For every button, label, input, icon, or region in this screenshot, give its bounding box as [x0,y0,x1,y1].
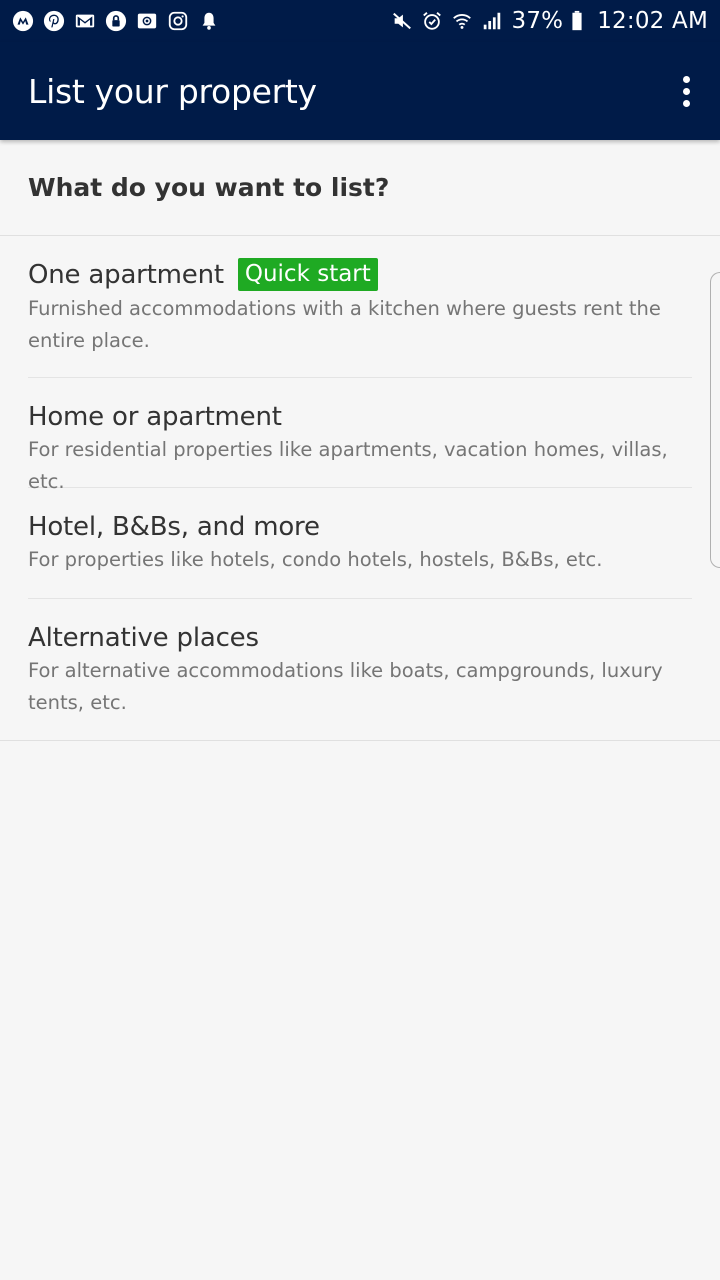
page-title: List your property [28,71,317,111]
divider [0,740,720,741]
option-home-or-apartment[interactable]: Home or apartment For residential proper… [0,378,720,493]
gmail-icon [74,10,96,32]
option-one-apartment[interactable]: One apartment Quick start Furnished acco… [0,236,720,378]
section-heading: What do you want to list? [0,140,720,236]
messenger-icon [12,10,34,32]
alarm-icon [421,10,443,32]
option-title: Home or apartment [28,402,282,432]
option-title: Alternative places [28,623,259,653]
status-bar: 37% 12:02 AM [0,0,720,42]
wifi-icon [451,10,473,32]
content: What do you want to list? One apartment … [0,140,720,741]
overflow-dot [682,99,690,107]
instagram-icon [167,10,189,32]
vpn-lock-icon [105,10,127,32]
system-icons: 37% 12:02 AM [391,8,708,34]
option-description: For properties like hotels, condo hotels… [28,548,603,571]
notification-icons [12,10,220,32]
overflow-menu-icon[interactable] [678,71,694,111]
pinterest-icon [43,10,65,32]
option-description: For alternative accommodations like boat… [28,659,663,714]
option-hotel-bnbs[interactable]: Hotel, B&Bs, and more For properties lik… [0,488,720,599]
app-bar: List your property [0,42,720,140]
option-alternative-places[interactable]: Alternative places For alternative accom… [0,599,720,740]
property-type-list: One apartment Quick start Furnished acco… [0,236,720,740]
signal-icon [481,10,503,32]
mute-icon [391,10,413,32]
email-icon [136,10,158,32]
option-title: Hotel, B&Bs, and more [28,512,320,542]
notification-bell-icon [198,10,220,32]
clock: 12:02 AM [597,8,708,34]
overflow-dot [682,75,690,83]
option-title: One apartment [28,259,224,290]
overflow-dot [682,87,690,95]
battery-icon [571,10,583,32]
battery-percentage: 37% [511,8,564,34]
option-description: Furnished accommodations with a kitchen … [28,297,661,352]
edge-panel-handle[interactable] [710,272,720,568]
quick-start-badge: Quick start [237,258,378,291]
